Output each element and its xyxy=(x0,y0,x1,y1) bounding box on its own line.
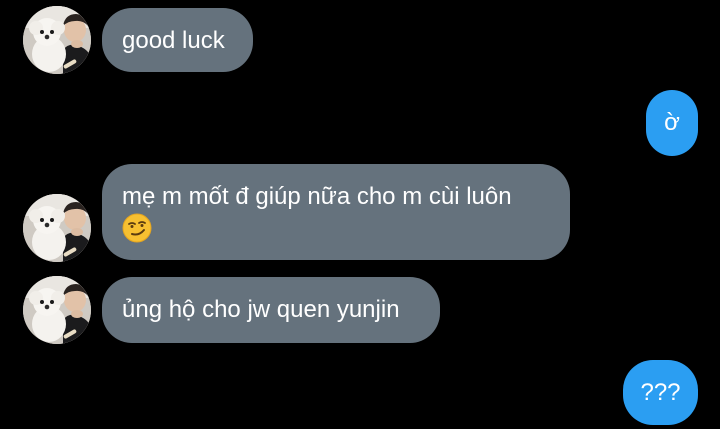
message-bubble-incoming[interactable]: mẹ m mốt đ giúp nữa cho m cùi luôn xyxy=(102,164,570,260)
avatar-image xyxy=(23,194,91,262)
message-bubble-outgoing[interactable]: ??? xyxy=(623,360,698,425)
message-bubble-incoming[interactable]: good luck xyxy=(102,8,253,72)
contact-avatar[interactable] xyxy=(23,6,91,74)
message-text: ??? xyxy=(640,379,681,406)
smirking-face-emoji-icon xyxy=(122,213,152,243)
message-text: good luck xyxy=(122,27,225,54)
message-bubble-outgoing[interactable]: ờ xyxy=(646,90,698,156)
message-bubble-incoming[interactable]: ủng hộ cho jw quen yunjin xyxy=(102,277,440,343)
contact-avatar[interactable] xyxy=(23,276,91,344)
avatar-image xyxy=(23,276,91,344)
message-text: ờ xyxy=(664,109,680,136)
message-text: ủng hộ cho jw quen yunjin xyxy=(122,296,400,323)
contact-avatar[interactable] xyxy=(23,194,91,262)
message-text: mẹ m mốt đ giúp nữa cho m cùi luôn xyxy=(122,183,512,210)
avatar-image xyxy=(23,6,91,74)
